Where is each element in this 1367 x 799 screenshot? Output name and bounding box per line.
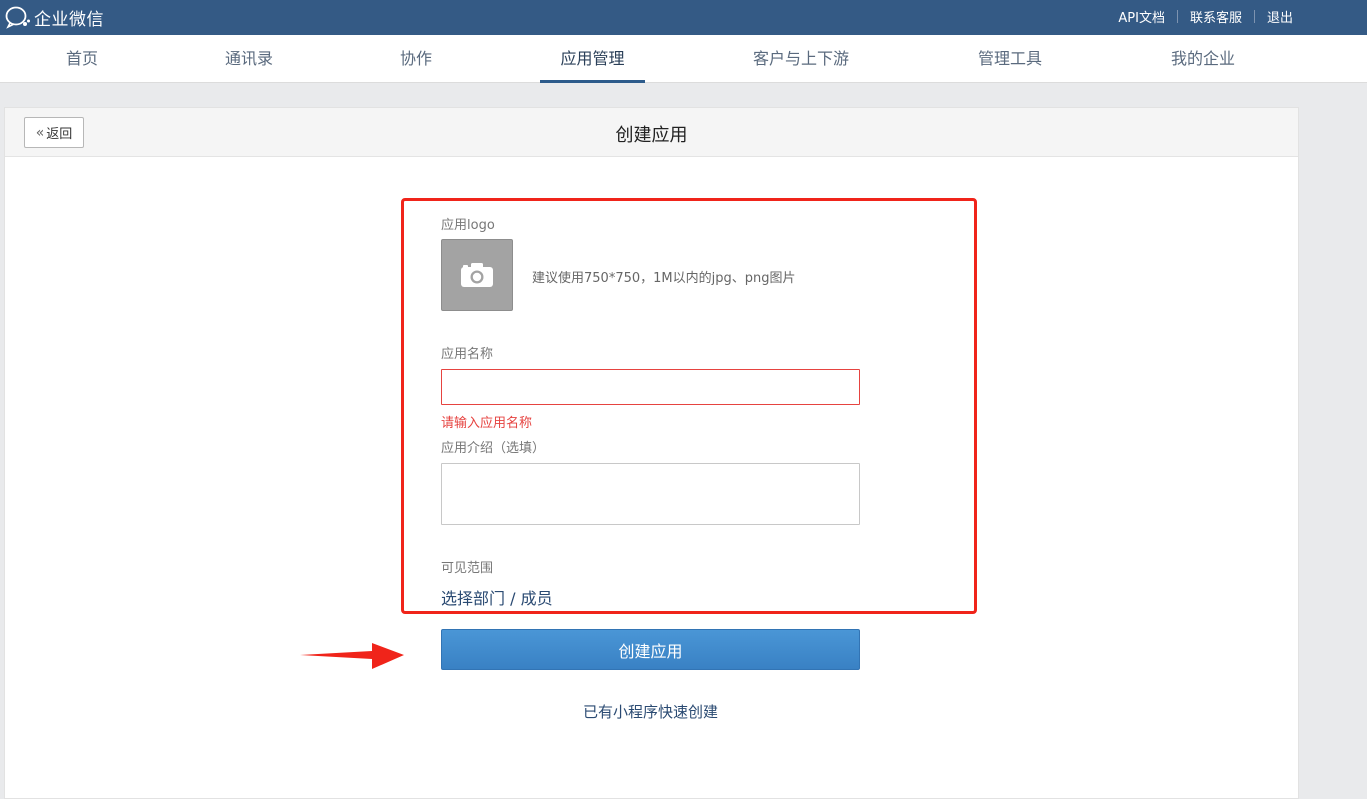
wecom-logo-icon	[5, 6, 30, 29]
app-name-input[interactable]	[441, 369, 860, 405]
nav-home[interactable]: 首页	[58, 35, 106, 83]
annotation-arrow-icon	[300, 643, 404, 669]
logo-hint: 建议使用750*750，1M以内的jpg、png图片	[532, 271, 796, 286]
logout-link[interactable]: 退出	[1261, 7, 1299, 26]
nav-app-management[interactable]: 应用管理	[540, 35, 645, 83]
support-link[interactable]: 联系客服	[1184, 7, 1248, 26]
app-intro-textarea[interactable]	[441, 463, 860, 525]
name-label: 应用名称	[441, 347, 494, 362]
page-title: 创建应用	[615, 125, 688, 146]
divider	[1253, 10, 1255, 23]
intro-label: 应用介绍（选填）	[441, 441, 546, 456]
top-links: API文档 联系客服 退出	[1112, 7, 1299, 26]
api-docs-link[interactable]: API文档	[1112, 7, 1171, 26]
brand-name: 企业微信	[34, 9, 104, 30]
nav-my-company[interactable]: 我的企业	[1163, 35, 1243, 83]
nav-customers[interactable]: 客户与上下游	[744, 35, 858, 83]
camera-icon	[461, 263, 493, 287]
main-nav: 首页 通讯录 协作 应用管理 客户与上下游 管理工具 我的企业	[0, 35, 1367, 83]
create-app-panel: « 返回 创建应用	[4, 107, 1299, 799]
nav-contacts[interactable]: 通讯录	[218, 35, 280, 83]
panel-header: « 返回 创建应用	[5, 108, 1298, 157]
miniprogram-quick-create-link[interactable]: 已有小程序快速创建	[441, 701, 860, 722]
divider	[1176, 10, 1178, 23]
logo-label: 应用logo	[441, 218, 495, 233]
top-bar: 企业微信 API文档 联系客服 退出	[0, 0, 1367, 35]
create-app-button[interactable]: 创建应用	[441, 629, 860, 670]
select-departments-members-link[interactable]: 选择部门 / 成员	[441, 585, 553, 609]
nav-collaboration[interactable]: 协作	[392, 35, 440, 83]
brand-logo[interactable]: 企业微信	[4, 5, 104, 30]
visibility-label: 可见范围	[441, 561, 494, 576]
name-error-text: 请输入应用名称	[441, 416, 533, 431]
logo-upload[interactable]	[441, 239, 513, 311]
nav-tools[interactable]: 管理工具	[970, 35, 1050, 83]
